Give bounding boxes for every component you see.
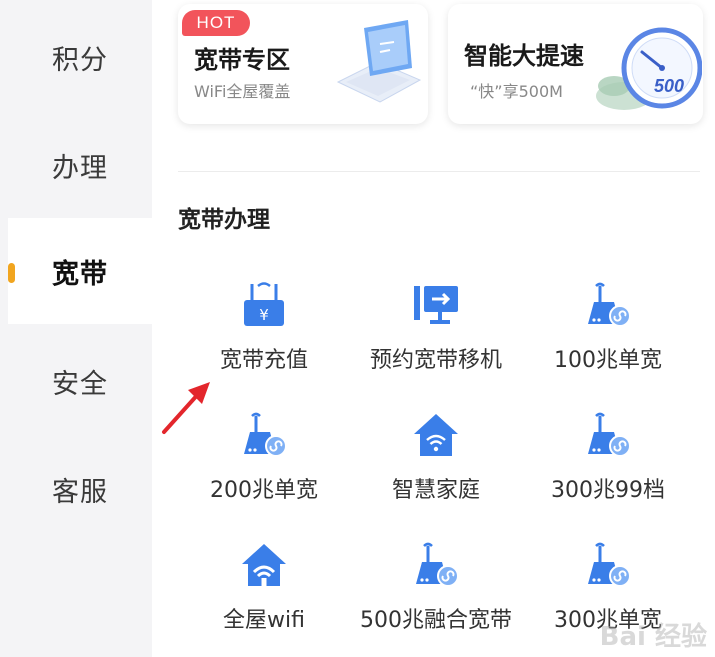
sidebar-item-service[interactable]: 客服 (8, 436, 152, 542)
router-link-icon (416, 542, 459, 587)
sidebar-item-label: 安全 (52, 368, 108, 400)
card-title: 智能大提速 (464, 42, 584, 70)
service-label: 全屋wifi (223, 608, 305, 633)
router-link-icon (588, 412, 631, 457)
service-label: 预约宽带移机 (369, 348, 502, 373)
sidebar-item-label: 办理 (52, 152, 108, 184)
sidebar: 积分 办理 宽带 安全 客服 (0, 0, 152, 657)
service-label: 100兆单宽 (554, 348, 662, 373)
service-label: 智慧家庭 (391, 478, 480, 503)
svg-text:¥: ¥ (259, 306, 269, 324)
service-label: 300兆99档 (551, 478, 665, 503)
card-title: 宽带专区 (194, 46, 290, 74)
hot-badge: HOT (182, 10, 250, 36)
service-label: 500兆融合宽带 (360, 608, 512, 633)
card-subtitle: “快”享500M (470, 82, 563, 101)
sidebar-item-label: 客服 (52, 476, 108, 508)
sidebar-item-label: 宽带 (52, 258, 108, 290)
sidebar-item-security[interactable]: 安全 (8, 328, 152, 434)
main-panel: HOT 宽带专区 WiFi全屋覆盖 智能大提速 “快”享500M 500 宽带办… (152, 0, 715, 657)
router-link-icon (244, 412, 287, 457)
divider (178, 171, 700, 172)
smart-home-wifi-icon (414, 414, 458, 456)
speed-up-card[interactable]: 智能大提速 “快”享500M 500 (448, 4, 703, 124)
card-subtitle: WiFi全屋覆盖 (194, 82, 291, 101)
service-item-recharge[interactable]: ¥ 宽带充值 (178, 280, 350, 390)
home-wifi-icon (242, 544, 286, 586)
monitor-transfer-icon (414, 286, 458, 324)
router-link-icon (588, 282, 631, 327)
service-item-100m[interactable]: 100兆单宽 (522, 280, 694, 390)
annotation-arrow-icon (162, 382, 210, 434)
sidebar-item-points[interactable]: 积分 (8, 4, 152, 110)
service-label: 宽带充值 (219, 348, 308, 373)
service-label: 200兆单宽 (210, 478, 318, 503)
service-item-500m-fusion[interactable]: 500兆融合宽带 (350, 540, 522, 650)
active-indicator (8, 263, 15, 283)
section-title: 宽带办理 (178, 207, 270, 233)
service-item-300m-99[interactable]: 300兆99档 (522, 410, 694, 520)
router-link-icon (588, 542, 631, 587)
router-yuan-icon: ¥ (244, 282, 284, 326)
service-item-move[interactable]: 预约宽带移机 (350, 280, 522, 390)
broadband-zone-card[interactable]: HOT 宽带专区 WiFi全屋覆盖 (178, 4, 428, 124)
service-item-home-wifi[interactable]: 全屋wifi (178, 540, 350, 650)
laptop-illustration-icon (336, 20, 422, 103)
speed-gauge-icon: 500 (596, 27, 702, 110)
sidebar-item-handle[interactable]: 办理 (8, 112, 152, 218)
sidebar-item-broadband[interactable]: 宽带 (8, 218, 152, 324)
gauge-value: 500 (654, 76, 684, 96)
sidebar-item-label: 积分 (52, 44, 108, 76)
watermark: Bai 经验 (599, 622, 707, 652)
service-item-smart-home[interactable]: 智慧家庭 (350, 410, 522, 520)
